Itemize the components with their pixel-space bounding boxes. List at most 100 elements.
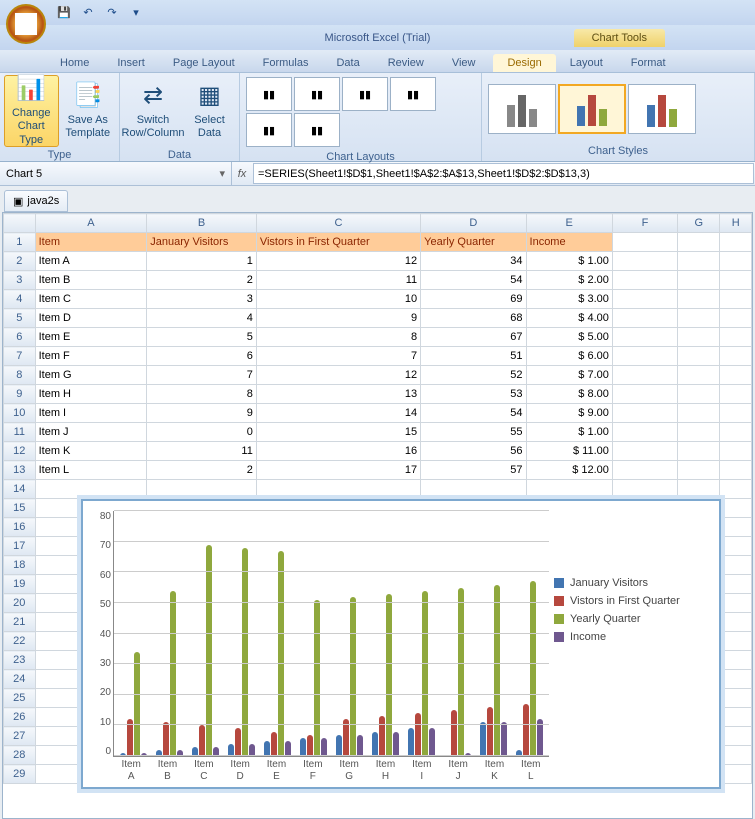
cell[interactable]: Item A [35,252,147,271]
cell[interactable] [678,404,720,423]
row-header[interactable]: 29 [4,765,36,784]
tab-design[interactable]: Design [493,54,555,72]
cell[interactable] [678,423,720,442]
cell[interactable]: 7 [256,347,420,366]
cell[interactable]: 15 [256,423,420,442]
cell[interactable]: 5 [147,328,257,347]
row-header[interactable]: 5 [4,309,36,328]
row-header[interactable]: 22 [4,632,36,651]
cell[interactable]: 1 [147,252,257,271]
cell[interactable] [720,651,752,670]
cell[interactable]: 55 [421,423,526,442]
select-data-button[interactable]: ▦Select Data [184,75,235,147]
cell[interactable]: $ 4.00 [526,309,612,328]
cell[interactable] [678,328,720,347]
cell[interactable]: $ 2.00 [526,271,612,290]
cell[interactable] [612,442,677,461]
cell[interactable] [720,499,752,518]
cell[interactable]: 8 [256,328,420,347]
tab-view[interactable]: View [438,54,490,72]
cell[interactable] [720,556,752,575]
cell[interactable] [720,727,752,746]
cell[interactable]: 56 [421,442,526,461]
row-header[interactable]: 24 [4,670,36,689]
cell[interactable] [720,442,752,461]
cell[interactable]: $ 12.00 [526,461,612,480]
cell[interactable] [612,404,677,423]
cell[interactable] [720,708,752,727]
row-header[interactable]: 15 [4,499,36,518]
cell[interactable] [720,347,752,366]
row-header[interactable]: 4 [4,290,36,309]
row-header[interactable]: 17 [4,537,36,556]
cell[interactable]: Yearly Quarter [421,233,526,252]
cell[interactable] [720,309,752,328]
row-header[interactable]: 7 [4,347,36,366]
office-button[interactable] [6,4,46,44]
cell[interactable]: January Visitors [147,233,257,252]
cell[interactable]: $ 3.00 [526,290,612,309]
cell[interactable] [720,328,752,347]
cell[interactable] [678,233,720,252]
cell[interactable] [612,233,677,252]
row-header[interactable]: 28 [4,746,36,765]
cell[interactable] [612,366,677,385]
cell[interactable] [612,461,677,480]
cell[interactable] [720,252,752,271]
cell[interactable] [720,290,752,309]
cell[interactable] [720,613,752,632]
row-header[interactable]: 12 [4,442,36,461]
cell[interactable] [612,328,677,347]
row-header[interactable]: 8 [4,366,36,385]
cell[interactable] [678,366,720,385]
chart-styles-gallery[interactable] [486,75,750,143]
cell[interactable]: Item I [35,404,147,423]
cell[interactable] [421,480,526,499]
cell[interactable] [678,442,720,461]
cell[interactable]: 17 [256,461,420,480]
row-header[interactable]: 16 [4,518,36,537]
cell[interactable]: 11 [147,442,257,461]
cell[interactable] [612,423,677,442]
tab-home[interactable]: Home [46,54,103,72]
col-header[interactable]: H [720,214,752,233]
col-header[interactable]: D [421,214,526,233]
cell[interactable] [678,480,720,499]
row-header[interactable]: 20 [4,594,36,613]
cell[interactable] [720,765,752,784]
row-header[interactable]: 26 [4,708,36,727]
chart-layouts-gallery[interactable]: ▮▮ ▮▮ ▮▮ ▮▮ ▮▮ ▮▮ [244,75,477,149]
cell[interactable]: 11 [256,271,420,290]
cell[interactable]: $ 1.00 [526,423,612,442]
cell[interactable] [720,404,752,423]
layout-thumb[interactable]: ▮▮ [246,77,292,111]
cell[interactable] [720,746,752,765]
cell[interactable] [678,385,720,404]
select-all-corner[interactable] [4,214,36,233]
redo-icon[interactable]: ↷ [102,3,122,23]
tab-page-layout[interactable]: Page Layout [159,54,249,72]
worksheet-area[interactable]: ABCDEFGH 1ItemJanuary VisitorsVistors in… [2,212,753,819]
name-box[interactable]: Chart 5 ▾ [0,162,232,185]
cell[interactable]: 14 [256,404,420,423]
row-header[interactable]: 27 [4,727,36,746]
change-chart-type-button[interactable]: 📊Change Chart Type [4,75,59,147]
cell[interactable]: 6 [147,347,257,366]
cell[interactable]: Item E [35,328,147,347]
row-header[interactable]: 18 [4,556,36,575]
row-header[interactable]: 13 [4,461,36,480]
cell[interactable]: 9 [147,404,257,423]
row-header[interactable]: 25 [4,689,36,708]
cell[interactable] [720,518,752,537]
col-header[interactable]: G [678,214,720,233]
cell[interactable] [526,480,612,499]
row-header[interactable]: 1 [4,233,36,252]
switch-row-column-button[interactable]: ⇄Switch Row/Column [124,75,182,147]
cell[interactable]: Item G [35,366,147,385]
cell[interactable] [678,252,720,271]
cell[interactable]: 2 [147,461,257,480]
row-header[interactable]: 21 [4,613,36,632]
cell[interactable]: $ 6.00 [526,347,612,366]
cell[interactable]: Vistors in First Quarter [256,233,420,252]
cell[interactable]: 7 [147,366,257,385]
